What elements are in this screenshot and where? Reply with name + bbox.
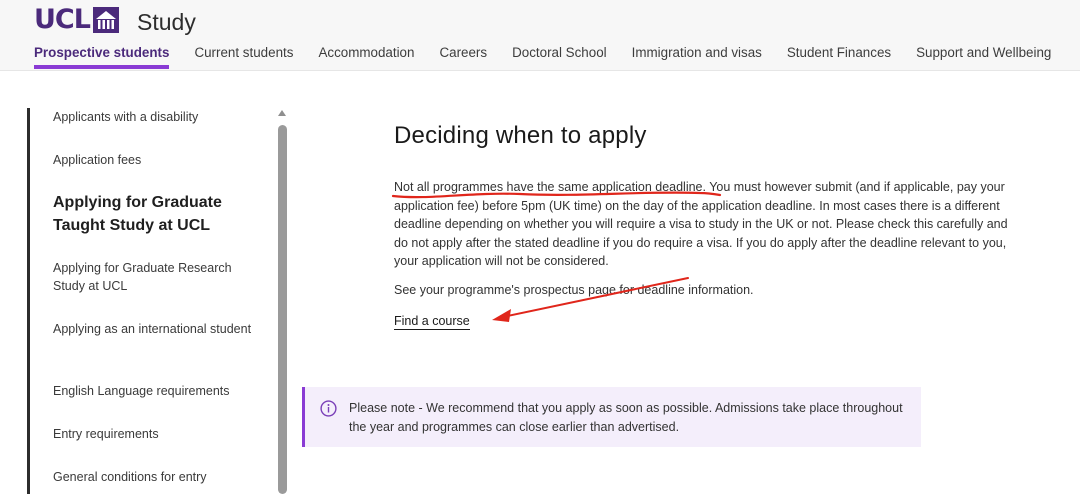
scroll-thumb[interactable]: [278, 125, 287, 494]
logo-text: UCL: [34, 4, 91, 35]
ucl-logo[interactable]: UCL: [34, 6, 119, 33]
site-name[interactable]: Study: [137, 9, 196, 36]
nav-item-immigration-and-visas[interactable]: Immigration and visas: [632, 45, 762, 69]
ucl-portico-logo-icon: [92, 6, 119, 33]
scroll-up-arrow-icon[interactable]: [278, 110, 286, 116]
note-text: Please note - We recommend that you appl…: [349, 401, 903, 434]
sidebar-item-applying-as-international-student[interactable]: Applying as an international student: [53, 320, 253, 338]
sidebar-item-applying-for-graduate-taught-study[interactable]: Applying for Graduate Taught Study at UC…: [53, 191, 253, 237]
nav-item-student-finances[interactable]: Student Finances: [787, 45, 891, 69]
sidebar-item-general-conditions-for-entry[interactable]: General conditions for entry: [53, 468, 253, 486]
prospectus-paragraph: See your programme's prospectus page for…: [394, 283, 754, 297]
deadline-paragraph: Not all programmes have the same applica…: [394, 178, 1009, 271]
nav-item-doctoral-school[interactable]: Doctoral School: [512, 45, 607, 69]
sidebar-item-applicants-with-a-disability[interactable]: Applicants with a disability: [53, 108, 253, 126]
sidebar-item-entry-requirements[interactable]: Entry requirements: [53, 425, 253, 443]
sidebar-scrollbar[interactable]: [278, 110, 287, 494]
red-arrowhead-annotation: [492, 309, 511, 322]
nav-item-careers[interactable]: Careers: [439, 45, 487, 69]
find-a-course-link[interactable]: Find a course: [394, 314, 470, 330]
page-heading: Deciding when to apply: [394, 122, 647, 149]
info-circle-icon: [320, 400, 337, 417]
nav-item-current-students[interactable]: Current students: [194, 45, 293, 69]
nav-item-accommodation[interactable]: Accommodation: [318, 45, 414, 69]
site-header: UCL Study Prospective students Current s…: [0, 0, 1080, 71]
sidebar-nav: Applicants with a disability Application…: [27, 108, 277, 494]
please-note-callout: Please note - We recommend that you appl…: [302, 387, 921, 447]
highlighted-sentence: Not all programmes have the same applica…: [394, 180, 706, 194]
main-nav: Prospective students Current students Ac…: [34, 45, 1076, 69]
sidebar-item-english-language-requirements[interactable]: English Language requirements: [53, 382, 253, 400]
sidebar-item-applying-for-graduate-research-study[interactable]: Applying for Graduate Research Study at …: [53, 259, 253, 295]
sidebar-item-application-fees[interactable]: Application fees: [53, 151, 253, 169]
nav-item-prospective-students[interactable]: Prospective students: [34, 45, 170, 69]
nav-item-support-and-wellbeing[interactable]: Support and Wellbeing: [916, 45, 1051, 69]
